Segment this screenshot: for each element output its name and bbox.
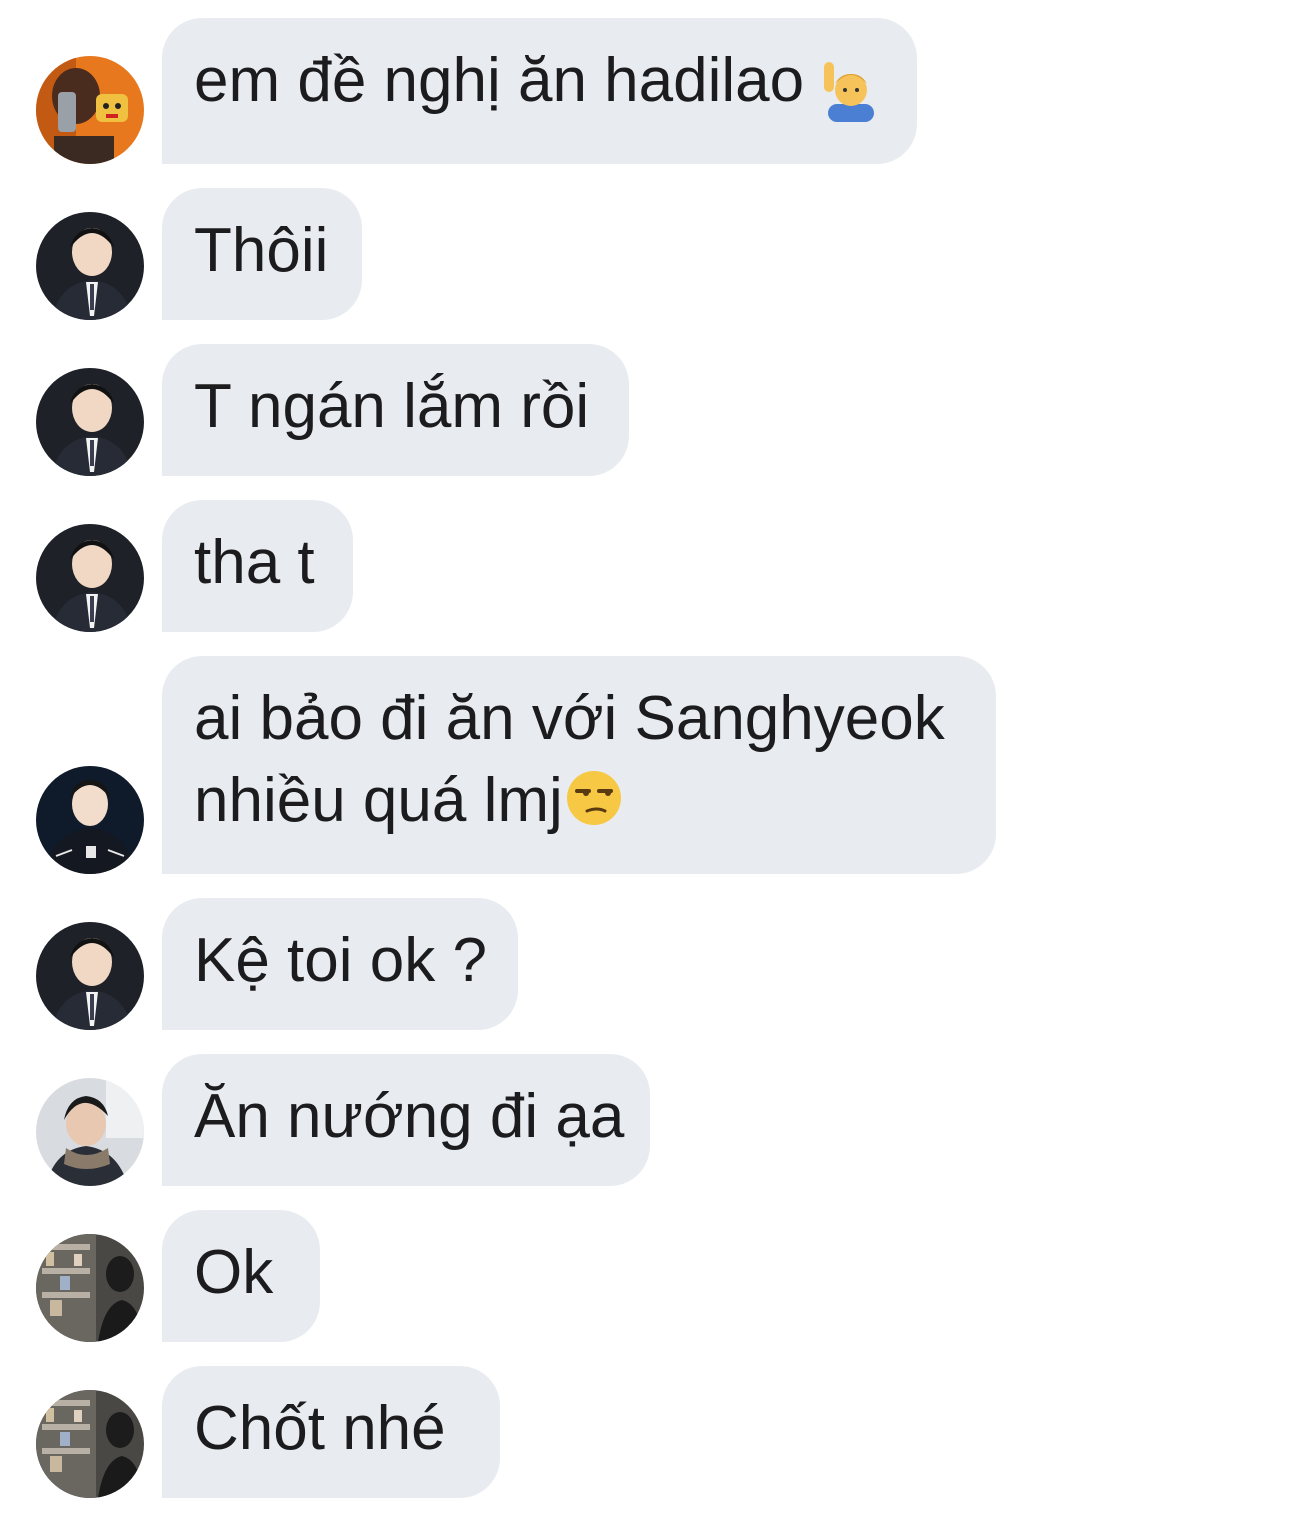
- avatar[interactable]: [36, 1234, 144, 1342]
- message-text-line-2: nhiều quá lmj: [194, 760, 964, 842]
- message-text: Kệ toi ok ?: [194, 926, 487, 995]
- message-bubble[interactable]: ai bảo đi ăn với Sanghyeok nhiều quá lmj: [162, 656, 996, 874]
- chat-thread: em đề nghị ăn hadilao Thôii T ngán lắm r…: [0, 0, 1290, 1537]
- message-bubble[interactable]: tha t: [162, 500, 353, 632]
- message-bubble[interactable]: Chốt nhé: [162, 1366, 500, 1498]
- message-text: Thôii: [194, 216, 329, 285]
- message-text: tha t: [194, 528, 315, 597]
- message-bubble[interactable]: Ok: [162, 1210, 320, 1342]
- avatar[interactable]: [36, 1390, 144, 1498]
- avatar[interactable]: [36, 766, 144, 874]
- message-text: Ok: [194, 1238, 274, 1307]
- avatar[interactable]: [36, 922, 144, 1030]
- message-bubble[interactable]: em đề nghị ăn hadilao: [162, 18, 917, 164]
- message-text: Ăn nướng đi ạa: [194, 1082, 625, 1151]
- message-bubble[interactable]: Thôii: [162, 188, 362, 320]
- message-text: ai bảo đi ăn với Sanghyeok: [194, 684, 945, 753]
- unamused-face-emoji: [565, 769, 623, 827]
- avatar[interactable]: [36, 56, 144, 164]
- message-bubble[interactable]: T ngán lắm rồi: [162, 344, 629, 476]
- message-text: Chốt nhé: [194, 1394, 446, 1463]
- avatar[interactable]: [36, 212, 144, 320]
- message-bubble[interactable]: Ăn nướng đi ạa: [162, 1054, 650, 1186]
- man-raising-hand-emoji: [822, 60, 880, 122]
- avatar[interactable]: [36, 524, 144, 632]
- message-text: em đề nghị ăn hadilao: [194, 46, 805, 115]
- message-text: T ngán lắm rồi: [194, 372, 590, 441]
- avatar[interactable]: [36, 368, 144, 476]
- avatar[interactable]: [36, 1078, 144, 1186]
- message-bubble[interactable]: Kệ toi ok ?: [162, 898, 518, 1030]
